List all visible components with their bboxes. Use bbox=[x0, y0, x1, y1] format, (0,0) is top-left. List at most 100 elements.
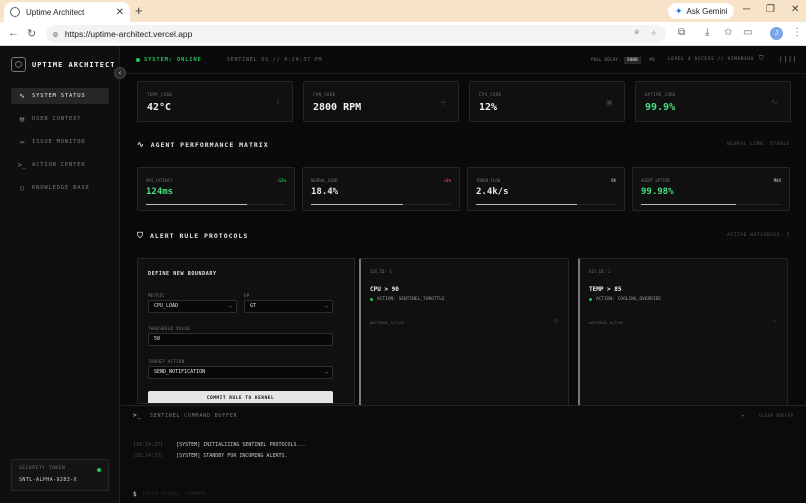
sidebar-item-issue-monitor[interactable]: ▭ ISSUE MONITOR bbox=[11, 134, 109, 150]
shield-logo-icon: ⬡ bbox=[11, 57, 26, 72]
rule-card[interactable]: SIG_ID: 2 ⌟ TEMP > 85 ACTION: COOLING_OV… bbox=[578, 258, 788, 408]
zoom-icon[interactable]: ⌕ bbox=[634, 28, 639, 38]
matrix-delta: MAX bbox=[773, 178, 781, 183]
brand-name: UPTIME ARCHITECT bbox=[32, 60, 116, 69]
rule-card[interactable]: SIG_ID: 1 ⌟ CPU > 90 ACTION: SENTINEL_TH… bbox=[359, 258, 569, 408]
rule-action-text: ACTION: COOLING_OVERRIDE bbox=[596, 297, 662, 302]
tab-close-icon[interactable]: ✕ bbox=[116, 7, 124, 18]
matrix-card-neural-load: NEURAL_LOAD +2% 18.4% bbox=[302, 167, 460, 211]
favicon-icon bbox=[10, 7, 20, 17]
rule-action: ACTION: SENTINEL_THROTTLE bbox=[370, 297, 445, 302]
sidebar-item-knowledge-base[interactable]: ○ KNOWLEDGE BASE bbox=[11, 180, 109, 196]
matrix-progress-fill bbox=[641, 204, 737, 205]
alerts-title: ALERT RULE PROTOCOLS bbox=[150, 232, 249, 240]
rule-id: SIG_ID: 1 bbox=[370, 269, 392, 274]
back-icon[interactable]: ← bbox=[8, 27, 19, 39]
browser-toolbar: ← ↻ ⚙ https://uptime-architect.vercel.ap… bbox=[0, 22, 806, 46]
security-token-value: SNTL-ALPHA-9283-X bbox=[19, 477, 77, 483]
split-icon[interactable]: ▭ bbox=[743, 27, 752, 38]
collapse-sidebar-button[interactable]: ‹ bbox=[114, 67, 126, 79]
menu-icon[interactable]: ⋮ bbox=[792, 27, 802, 38]
poll-delay-label: POLL DELAY: bbox=[591, 58, 621, 63]
metric-select[interactable]: CPU_LOAD ⌄ bbox=[148, 300, 237, 313]
poll-delay: POLL DELAY: 5000 MS bbox=[591, 57, 655, 64]
thermometer-icon: ⌇ bbox=[275, 98, 280, 108]
poll-delay-input[interactable]: 5000 bbox=[623, 57, 641, 64]
star-icon[interactable]: ☆ bbox=[651, 28, 656, 38]
window-close-icon[interactable]: ✕ bbox=[791, 4, 799, 15]
tab-title: Uptime Architect bbox=[26, 7, 85, 17]
define-boundary-form: DEFINE NEW BOUNDARY METRIC CPU_LOAD ⌄ OP… bbox=[137, 258, 355, 404]
wrench-icon[interactable]: ⚲ bbox=[554, 318, 558, 325]
console-header[interactable]: >_ SENTINEL COMMAND BUFFER bbox=[133, 412, 237, 419]
reload-icon[interactable]: ↻ bbox=[27, 27, 36, 40]
metric-label: METRIC bbox=[148, 293, 165, 298]
matrix-progress-track bbox=[311, 204, 451, 205]
sentinel-clock: SENTINEL OS // 4:24:37 PM bbox=[227, 57, 323, 63]
stat-label: CPU_CORE bbox=[479, 92, 502, 97]
alerts-section-title: ⛉ ALERT RULE PROTOCOLS bbox=[137, 231, 248, 241]
matrix-value: 18.4% bbox=[311, 187, 339, 197]
terminal-icon: >_ bbox=[133, 412, 142, 419]
op-select[interactable]: GT ⌄ bbox=[244, 300, 333, 313]
matrix-delta: -12% bbox=[276, 178, 286, 183]
console-input[interactable]: ENTER KERNEL COMMAND... bbox=[143, 492, 217, 497]
chevron-down-icon: ⌄ bbox=[228, 303, 232, 309]
extensions-icon[interactable]: ⧉ bbox=[678, 27, 685, 38]
console-title: SENTINEL COMMAND BUFFER bbox=[149, 412, 238, 419]
matrix-progress-track bbox=[641, 204, 781, 205]
stat-card-cpu: CPU_CORE 12% ▣ bbox=[469, 81, 625, 122]
watchdog-status: WATCHDOG_ACTIVE bbox=[370, 320, 405, 325]
sidebar-item-system-status[interactable]: ∿ SYSTEM STATUS bbox=[11, 88, 109, 104]
stat-card-fan: FAN_CORE 2800 RPM ✢ bbox=[303, 81, 459, 122]
sidebar-item-label: KNOWLEDGE BASE bbox=[32, 185, 90, 191]
target-action-label: TARGET ACTION bbox=[148, 359, 185, 364]
new-tab-button[interactable]: + bbox=[135, 3, 143, 18]
commit-rule-button[interactable]: COMMIT RULE TO KERNEL bbox=[148, 391, 333, 403]
activity-icon: ∿ bbox=[19, 92, 25, 100]
matrix-progress-track bbox=[146, 204, 286, 205]
sidebar-item-label: ISSUE MONITOR bbox=[32, 139, 86, 145]
fan-icon: ✢ bbox=[440, 98, 446, 108]
chevron-down-icon[interactable]: ⌄ bbox=[741, 411, 745, 418]
signal-bars-icon: |||| bbox=[779, 56, 798, 63]
online-dot bbox=[136, 58, 140, 62]
clear-buffer-button[interactable]: CLEAR BUFFER bbox=[759, 413, 794, 418]
sidebar-item-label: ACTION CENTER bbox=[32, 162, 86, 168]
ask-gemini-label: Ask Gemini bbox=[686, 6, 728, 16]
browser-tab[interactable]: Uptime Architect ✕ bbox=[4, 2, 130, 22]
ask-gemini-button[interactable]: ✦ Ask Gemini bbox=[668, 3, 735, 19]
sidebar-item-action-center[interactable]: >_ ACTION CENTER bbox=[11, 157, 109, 173]
activity-icon[interactable]: ∿ bbox=[772, 318, 777, 325]
bookmark-icon[interactable]: ✩ bbox=[724, 27, 732, 38]
target-action-select[interactable]: SEND_NOTIFICATION ⌄ bbox=[148, 366, 333, 379]
rule-id: SIG_ID: 2 bbox=[589, 269, 611, 274]
brand[interactable]: ⬡ UPTIME ARCHITECT bbox=[11, 57, 115, 72]
matrix-progress-fill bbox=[146, 204, 247, 205]
url-text[interactable]: https://uptime-architect.vercel.app bbox=[65, 29, 193, 39]
sidebar: ⬡ UPTIME ARCHITECT ∿ SYSTEM STATUS ▤ USE… bbox=[0, 46, 120, 503]
shield-icon: ⛉ bbox=[759, 55, 764, 62]
sidebar-item-label: USER CONTEXT bbox=[32, 116, 82, 122]
pulse-icon: ∿ bbox=[770, 98, 778, 108]
matrix-value: 124ms bbox=[146, 187, 174, 197]
minimize-icon[interactable]: ─ bbox=[743, 4, 750, 15]
site-info-icon[interactable]: ⚙ bbox=[53, 30, 58, 39]
circle-icon: ○ bbox=[19, 184, 25, 192]
activity-icon: ∿ bbox=[137, 140, 145, 149]
console-input-row[interactable]: $ ENTER KERNEL COMMAND... bbox=[133, 491, 216, 498]
address-bar[interactable]: ⚙ https://uptime-architect.vercel.app ⌕ … bbox=[46, 25, 666, 43]
cpu-icon: ▣ bbox=[606, 98, 612, 108]
sidebar-item-user-context[interactable]: ▤ USER CONTEXT bbox=[11, 111, 109, 127]
restore-icon[interactable]: ❐ bbox=[766, 4, 775, 15]
stat-label: UPTIME_CORE bbox=[645, 92, 676, 97]
rule-condition: TEMP > 85 bbox=[589, 286, 622, 293]
matrix-delta: +2% bbox=[443, 178, 451, 183]
stat-card-temp: TEMP_CORE 42°C ⌇ bbox=[137, 81, 293, 122]
threshold-input[interactable]: 50 bbox=[148, 333, 333, 346]
console-prompt: $ bbox=[133, 491, 137, 498]
app-root: ⬡ UPTIME ARCHITECT ∿ SYSTEM STATUS ▤ USE… bbox=[0, 46, 806, 503]
gemini-icon: ✦ bbox=[675, 5, 683, 16]
download-icon[interactable]: ⤓ bbox=[705, 27, 709, 38]
profile-avatar[interactable]: J bbox=[770, 27, 783, 40]
